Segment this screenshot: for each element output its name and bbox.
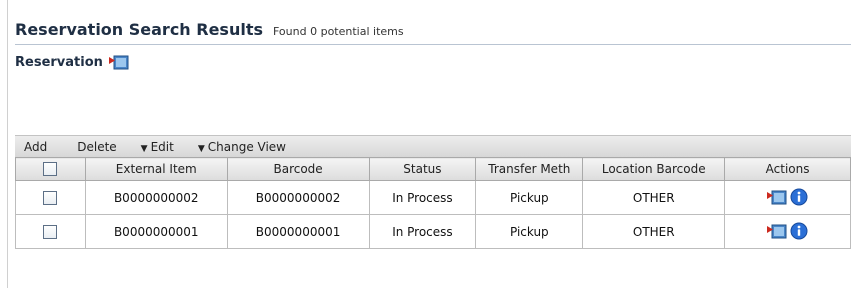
status-cell: In Process (368, 180, 477, 215)
status-cell: In Process (368, 214, 477, 249)
actions-cell (724, 180, 851, 215)
column-header-transfer-method[interactable]: Transfer Meth (475, 157, 584, 181)
add-button[interactable]: Add (24, 140, 47, 154)
column-header-location-barcode[interactable]: Location Barcode (582, 157, 726, 181)
table-row: B0000000001 B0000000001 In Process Picku… (15, 214, 851, 249)
barcode-cell: B0000000002 (226, 180, 370, 215)
column-header-barcode[interactable]: Barcode (226, 157, 370, 181)
delete-button[interactable]: Delete (77, 140, 116, 154)
export-icon[interactable] (108, 54, 129, 70)
select-all-header (15, 157, 86, 181)
location-barcode-cell: OTHER (582, 180, 726, 215)
column-header-external-item[interactable]: External Item (84, 157, 228, 181)
change-view-label: Change View (207, 140, 286, 154)
info-icon[interactable] (790, 222, 808, 240)
location-barcode-cell: OTHER (582, 214, 726, 249)
external-item-cell: B0000000001 (84, 214, 228, 249)
table-row: B0000000002 B0000000002 In Process Picku… (15, 180, 851, 215)
column-header-actions: Actions (724, 157, 851, 181)
page-title: Reservation Search Results (15, 20, 263, 39)
export-icon[interactable] (767, 189, 787, 205)
results-count: Found 0 potential items (273, 25, 404, 38)
barcode-cell: B0000000001 (226, 214, 370, 249)
row-checkbox[interactable] (43, 224, 58, 239)
row-select-cell (15, 214, 86, 249)
table-header-row: External Item Barcode Status Transfer Me… (15, 157, 851, 181)
column-header-status[interactable]: Status (368, 157, 477, 181)
table-toolbar: Add Delete ▼ Edit ▼ Change View (15, 135, 851, 158)
results-header: Reservation Search Results Found 0 poten… (15, 20, 851, 45)
change-view-menu-button[interactable]: ▼ Change View (198, 140, 286, 154)
chevron-down-icon: ▼ (197, 144, 205, 154)
select-all-checkbox[interactable] (43, 162, 58, 177)
chevron-down-icon: ▼ (140, 144, 148, 154)
section-title: Reservation (15, 54, 103, 70)
actions-cell (724, 214, 851, 249)
external-item-cell: B0000000002 (84, 180, 228, 215)
export-icon[interactable] (767, 223, 787, 239)
edit-menu-button[interactable]: ▼ Edit (141, 140, 174, 154)
transfer-method-cell: Pickup (475, 214, 584, 249)
transfer-method-cell: Pickup (475, 180, 584, 215)
edit-label: Edit (150, 140, 174, 154)
reservation-results-table: External Item Barcode Status Transfer Me… (15, 157, 851, 249)
reservation-section-header: Reservation (15, 54, 129, 70)
row-checkbox[interactable] (43, 190, 58, 205)
page-left-border (7, 0, 8, 288)
row-select-cell (15, 180, 86, 215)
info-icon[interactable] (790, 188, 808, 206)
